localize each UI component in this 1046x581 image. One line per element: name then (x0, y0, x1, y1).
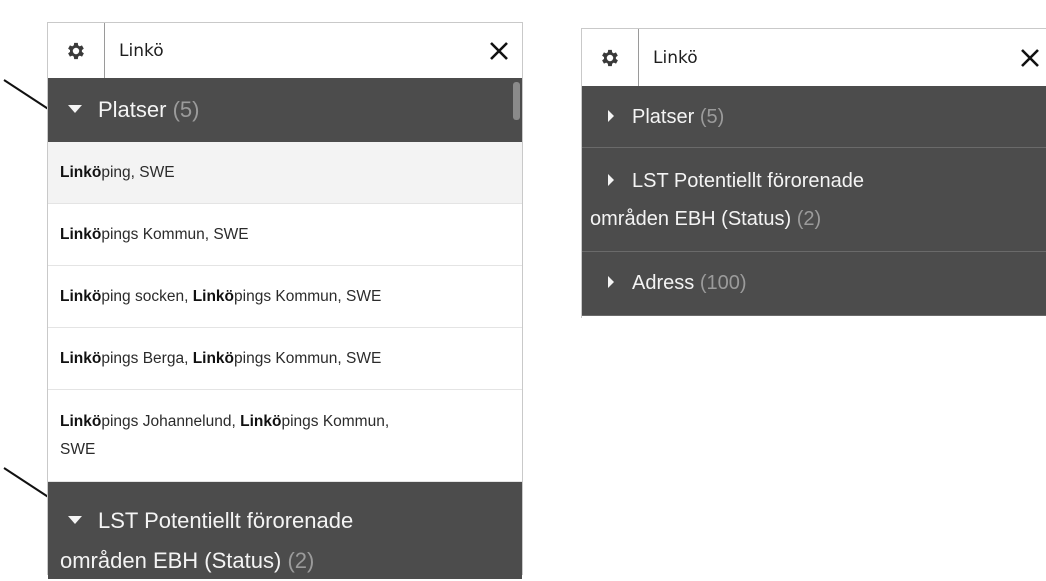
caret-right-icon (608, 275, 614, 288)
caret-down-icon (68, 516, 82, 525)
result-item[interactable]: Linköpings Kommun, SWE (48, 204, 522, 266)
group-count: (2) (287, 548, 315, 573)
group-header-lst-potentiellt[interactable]: LST Potentiellt förorenade områden EBH (… (48, 482, 522, 579)
search-panel-collapsed: Platser (5) LST Potentiellt förorenade o… (581, 28, 1046, 318)
search-bar (48, 22, 522, 78)
group-label: LST Potentiellt förorenade (632, 170, 865, 192)
close-icon (1021, 48, 1039, 67)
gear-icon (602, 49, 618, 66)
search-bar (582, 28, 1046, 86)
gear-icon (68, 42, 84, 59)
clear-search-button[interactable] (484, 36, 514, 66)
search-input[interactable] (653, 29, 983, 86)
group-label: Platser (98, 97, 167, 122)
group-label-cont: områden EBH (Status) (590, 208, 792, 230)
result-item[interactable]: Linköpings Johannelund, Linköpings Kommu… (48, 390, 522, 482)
group-count: (100) (699, 272, 747, 294)
caret-down-icon (68, 105, 82, 114)
group-count: (2) (796, 208, 822, 230)
result-item[interactable]: Linköping socken, Linköpings Kommun, SWE (48, 266, 522, 328)
group-count: (5) (172, 97, 200, 122)
group-header-platser[interactable]: Platser (5) (48, 78, 522, 142)
group-label: LST Potentiellt förorenade (98, 508, 354, 533)
settings-button[interactable] (582, 29, 639, 86)
group-label: Platser (632, 106, 695, 128)
caret-right-icon (608, 109, 614, 122)
search-input[interactable] (119, 23, 449, 78)
group-count: (5) (699, 106, 725, 128)
close-icon (490, 41, 508, 60)
clear-search-button[interactable] (1015, 43, 1045, 73)
group-label-cont: områden EBH (Status) (60, 548, 282, 573)
group-header-adress[interactable]: Adress (100) (582, 252, 1046, 316)
group-header-lst-potentiellt[interactable]: LST Potentiellt förorenade områden EBH (… (582, 148, 1046, 252)
result-item[interactable]: Linköpings Berga, Linköpings Kommun, SWE (48, 328, 522, 390)
result-item[interactable]: Linköping, SWE (48, 142, 522, 204)
search-panel-expanded: Platser (5) Linköping, SWE Linköpings Ko… (47, 22, 523, 579)
settings-button[interactable] (48, 23, 105, 78)
scrollbar-thumb[interactable] (513, 82, 520, 120)
group-label: Adress (632, 272, 695, 294)
caret-right-icon (608, 173, 614, 186)
group-header-platser[interactable]: Platser (5) (582, 86, 1046, 148)
